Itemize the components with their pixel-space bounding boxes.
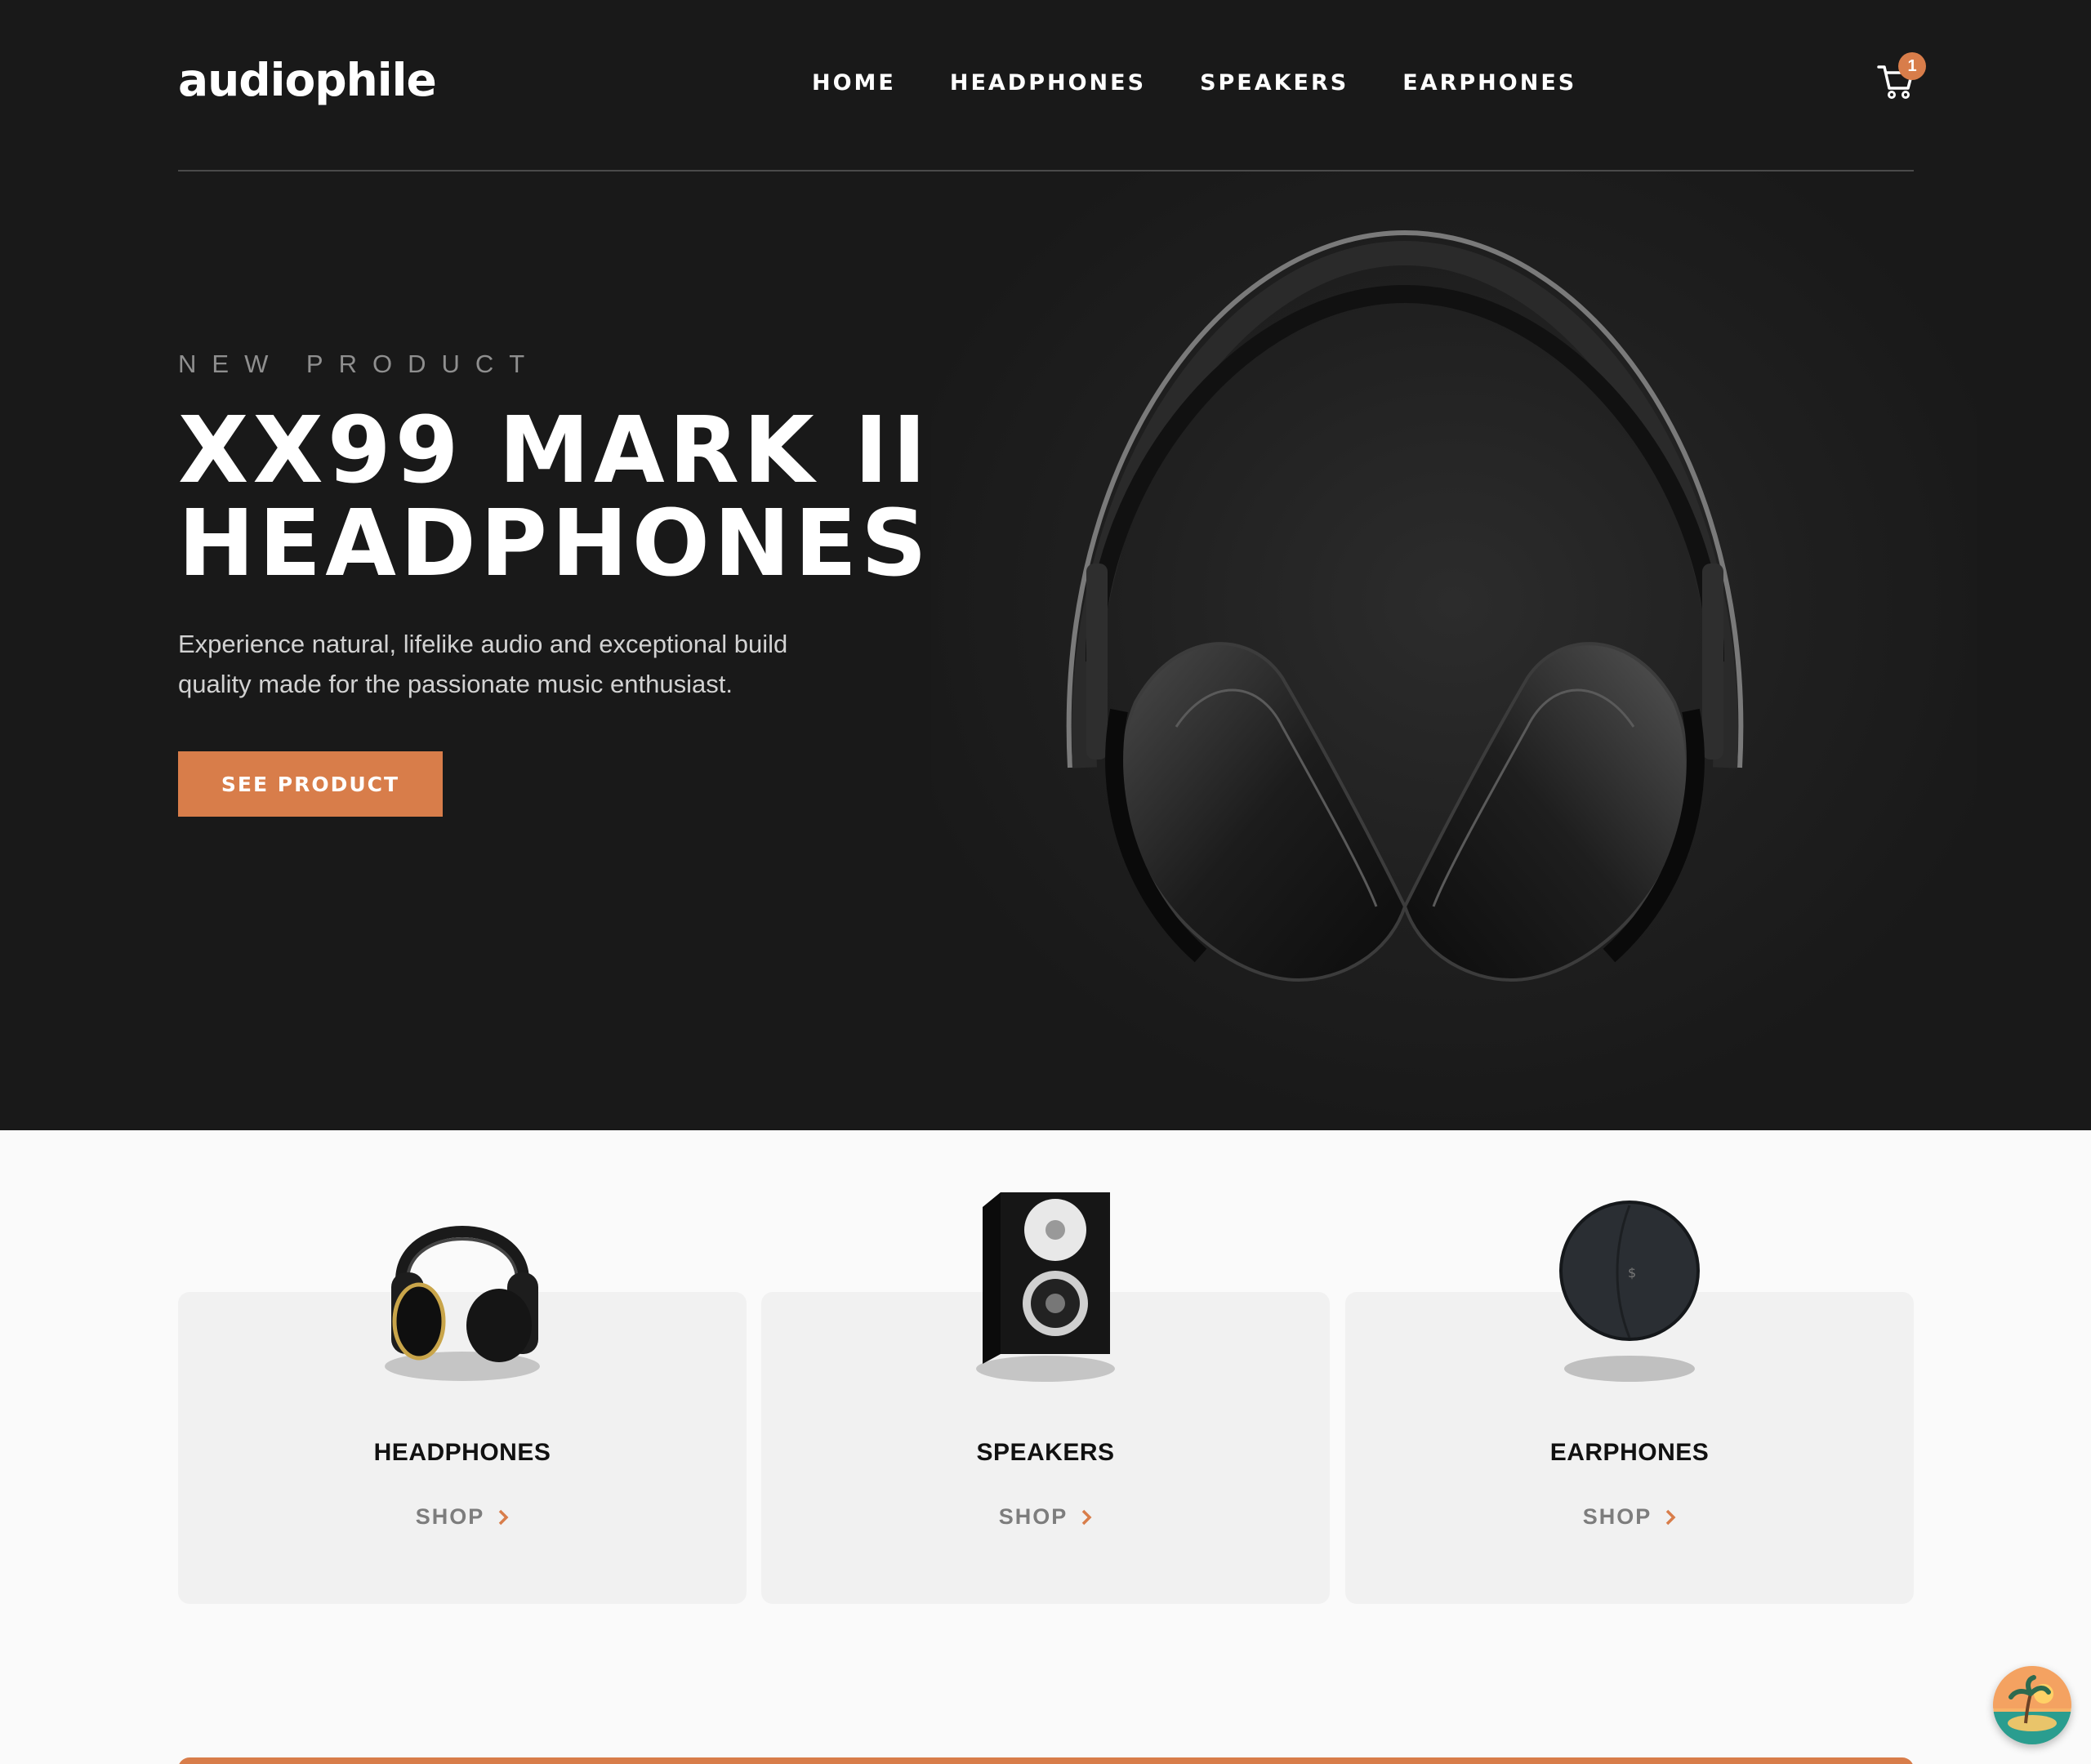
- nav-home-link[interactable]: HOME: [812, 70, 896, 103]
- cart-count-badge: 1: [1898, 52, 1926, 80]
- category-title: HEADPHONES: [373, 1439, 551, 1466]
- nav-earphones-link[interactable]: EARPHONES: [1402, 70, 1576, 103]
- earphones-case-thumbnail: $: [1536, 1183, 1723, 1387]
- chevron-right-icon: [499, 1509, 509, 1525]
- hero-section: audiophile HOME HEADPHONES SPEAKERS EARP…: [0, 0, 2091, 1130]
- svg-text:$: $: [1628, 1265, 1636, 1281]
- featured-product-banner-top: [178, 1757, 1914, 1764]
- chevron-right-icon: [1082, 1509, 1092, 1525]
- shop-label: SHOP: [415, 1504, 485, 1529]
- shop-link[interactable]: SHOP: [1345, 1504, 1914, 1530]
- hero-title: XX99 MARK II HEADPHONES: [178, 404, 979, 590]
- shop-label: SHOP: [1582, 1504, 1652, 1529]
- hero-description: Experience natural, lifelike audio and e…: [178, 630, 788, 698]
- nav-headphones-link[interactable]: HEADPHONES: [950, 70, 1146, 103]
- beach-island-icon: [1993, 1666, 2071, 1744]
- hero-title-line2: HEADPHONES: [178, 491, 931, 597]
- category-title: SPEAKERS: [976, 1439, 1115, 1466]
- see-product-button[interactable]: SEE PRODUCT: [178, 751, 443, 817]
- category-card-speakers[interactable]: SPEAKERS SHOP: [761, 1192, 1330, 1604]
- speaker-thumbnail: [952, 1183, 1139, 1387]
- category-card-headphones[interactable]: HEADPHONES SHOP: [178, 1226, 747, 1604]
- header-divider: [178, 170, 1914, 172]
- cart-button[interactable]: 1: [1877, 52, 1926, 106]
- shop-label: SHOP: [998, 1504, 1068, 1529]
- hero-headphones-image: [931, 172, 1977, 1130]
- nav-speakers-link[interactable]: SPEAKERS: [1200, 70, 1349, 103]
- site-header: audiophile HOME HEADPHONES SPEAKERS EARP…: [178, 0, 1926, 172]
- hero-overline: NEW PRODUCT: [178, 350, 541, 378]
- chevron-right-icon: [1666, 1509, 1676, 1525]
- category-title: EARPHONES: [1549, 1439, 1710, 1466]
- category-card-earphones[interactable]: $ EARPHONES SHOP: [1345, 1200, 1914, 1604]
- shop-link[interactable]: SHOP: [178, 1504, 747, 1530]
- main-nav: HOME HEADPHONES SPEAKERS EARPHONES: [812, 70, 1576, 103]
- shop-link[interactable]: SHOP: [761, 1504, 1330, 1530]
- site-logo[interactable]: audiophile: [178, 54, 437, 106]
- headphones-thumbnail: [368, 1183, 556, 1387]
- hero-title-line1: XX99 MARK II: [178, 398, 931, 504]
- floating-assistant-button[interactable]: [1993, 1666, 2071, 1744]
